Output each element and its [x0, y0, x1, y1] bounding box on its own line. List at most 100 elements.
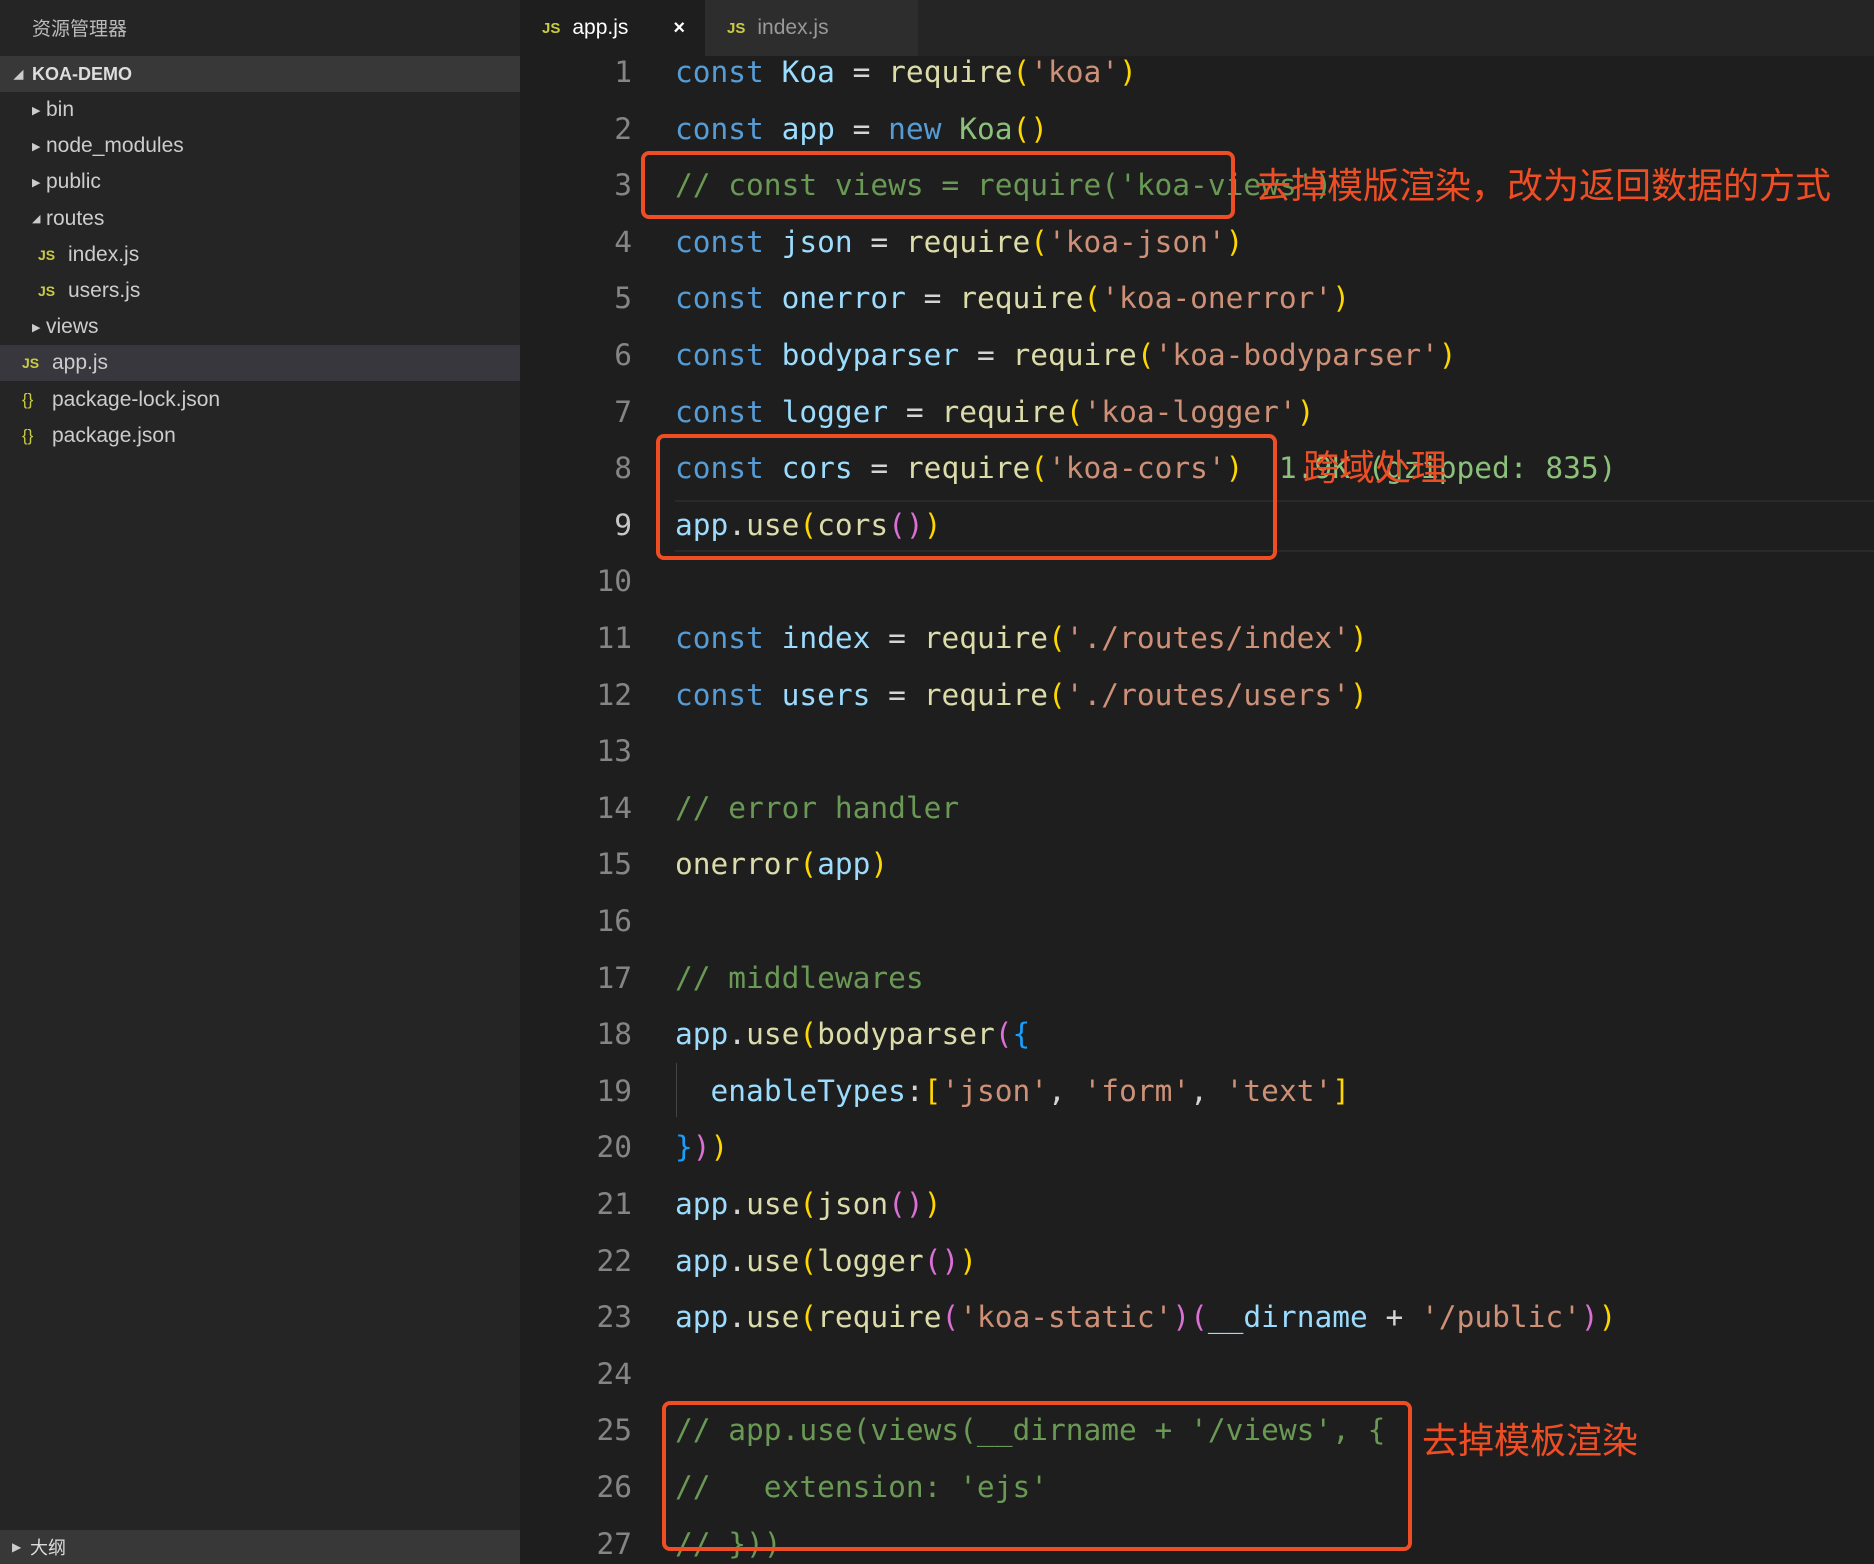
collapse-triangle-icon: ◢ [14, 67, 24, 81]
explorer-sidebar: 资源管理器 ◢ KOA-DEMO ▶ bin ▶ node_modules ▶ publi… [0, 0, 520, 1564]
code-token: Koa [959, 111, 1013, 146]
code-line: 13 [520, 723, 1874, 779]
tree-item-bin[interactable]: ▶ bin [0, 92, 520, 128]
code-token: 'koa-static' [959, 1300, 1173, 1335]
tree-item-public[interactable]: ▶ public [0, 164, 520, 200]
code-token: use [746, 1017, 800, 1052]
tab-index-js[interactable]: JS index.js [705, 0, 918, 56]
tree-item-node-modules[interactable]: ▶ node_modules [0, 128, 520, 164]
code-text: const app = new Koa() [675, 101, 1048, 157]
line-number: 13 [596, 734, 632, 769]
code-token: logger [781, 394, 889, 429]
code-token: ( [1065, 394, 1084, 429]
code-token: const [675, 677, 764, 712]
expand-triangle-icon: ▶ [12, 1540, 22, 1554]
tab-label: index.js [757, 16, 829, 39]
json-file-icon: {} [22, 389, 34, 409]
line-number: 8 [614, 451, 632, 486]
code-text: const bodyparser = require('koa-bodypars… [675, 327, 1457, 383]
code-token: ) [1580, 1300, 1599, 1335]
tab-app-js[interactable]: JS app.js × [520, 0, 705, 56]
code-token: json [817, 1187, 889, 1221]
tab-bar: JS app.js × JS index.js [520, 0, 1874, 56]
code-token: onerror [781, 281, 906, 316]
code-token: ) [1349, 677, 1368, 712]
code-token: app [675, 1017, 729, 1052]
tree-item-package-lock-json[interactable]: {} package-lock.json [0, 382, 520, 418]
code-token: = [888, 394, 942, 429]
code-token: 'koa' [1030, 56, 1120, 89]
code-token: require [1012, 338, 1137, 372]
code-text: const Koa = require('koa') [675, 56, 1137, 100]
annotation-template-removed: 去掉模板渲染 [1422, 1420, 1639, 1461]
line-number: 22 [596, 1243, 632, 1278]
code-token: app [817, 847, 871, 882]
code-token: ) [959, 1243, 977, 1278]
code-token: bodyparser [817, 1017, 995, 1052]
code-token: require [923, 621, 1049, 655]
code-token: () [888, 1187, 924, 1221]
line-number: 20 [596, 1130, 632, 1165]
line-number: 19 [596, 1073, 632, 1108]
close-icon[interactable]: × [673, 17, 685, 40]
code-text: app.use(json()) [675, 1176, 941, 1232]
code-token: ( [799, 847, 818, 882]
code-line: 22 app.use(logger()) [520, 1233, 1874, 1289]
code-token: . [728, 1187, 747, 1221]
code-text: enableTypes:['json', 'form', 'text'] [675, 1063, 1350, 1119]
code-editor[interactable]: 1 const Koa = require('koa') 2 const app = … [520, 56, 1874, 1564]
line-number: 21 [596, 1187, 632, 1221]
code-text: const onerror = require('koa-onerror') [675, 270, 1350, 326]
code-token: ) [870, 847, 889, 882]
tree-item-label: users.js [68, 279, 141, 302]
line-number: 16 [596, 904, 632, 938]
code-token: 'koa-bodyparser' [1154, 338, 1439, 372]
js-file-icon: JS [727, 19, 746, 37]
code-line: 16 [520, 893, 1874, 949]
code-token: 'form' [1083, 1073, 1191, 1108]
js-file-icon: JS [542, 19, 561, 37]
code-line: 21 app.use(json()) [520, 1176, 1874, 1232]
code-token: require [888, 56, 1013, 89]
code-text: // middlewares [675, 950, 924, 1006]
code-line: 23 app.use(require('koa-static')(__dirnam… [520, 1289, 1874, 1345]
code-token: 'json' [941, 1073, 1049, 1108]
annotation-views-removed: 去掉模版渲染，改为返回数据的方式 [1255, 165, 1832, 206]
tree-item-app-js[interactable]: JS app.js [0, 345, 520, 382]
code-text: })) [675, 1119, 728, 1175]
line-number: 26 [596, 1470, 632, 1504]
code-token: 'koa-onerror' [1101, 281, 1333, 316]
code-token: = [870, 677, 924, 712]
code-token: { [1012, 1017, 1031, 1052]
tree-item-package-json[interactable]: {} package.json [0, 418, 520, 454]
tree-item-label: routes [46, 206, 105, 230]
code-token: = [959, 338, 1013, 372]
tree-item-users-js[interactable]: JS users.js [0, 273, 520, 309]
outline-section[interactable]: ▶ 大纲 [0, 1530, 520, 1564]
code-token: () [1012, 111, 1049, 146]
code-line: 10 [520, 553, 1874, 609]
line-number: 6 [614, 338, 632, 372]
code-token: ( [1012, 56, 1031, 89]
code-line: 24 [520, 1346, 1874, 1402]
code-token: // middlewares [675, 960, 924, 995]
code-token: ( [1083, 281, 1102, 316]
tree-item-label: app.js [52, 351, 109, 375]
tree-item-routes[interactable]: ◢ routes [0, 201, 520, 237]
tree-item-index-js[interactable]: JS index.js [0, 237, 520, 273]
annotation-cors: 跨域处理 [1303, 447, 1448, 488]
annotation-box-template [662, 1401, 1412, 1551]
code-token: ( [1136, 338, 1155, 372]
tree-item-label: index.js [68, 242, 140, 266]
code-token: ) [923, 1187, 942, 1221]
code-token: enableTypes [710, 1073, 906, 1108]
code-token: ) [1119, 56, 1137, 89]
tree-item-views[interactable]: ▶ views [0, 309, 520, 345]
project-root[interactable]: ◢ KOA-DEMO [0, 56, 520, 92]
code-token: require [959, 281, 1084, 316]
indent-guide [676, 1063, 677, 1117]
code-line: 5 const onerror = require('koa-onerror') [520, 270, 1874, 326]
